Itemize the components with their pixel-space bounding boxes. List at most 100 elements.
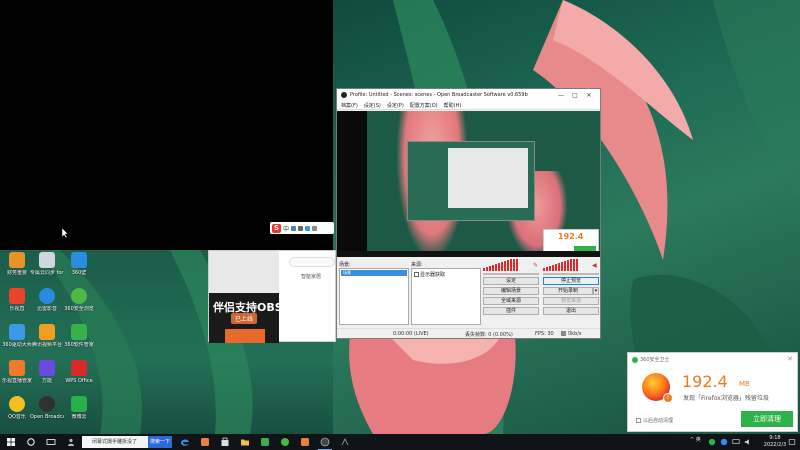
- close-button[interactable]: ✕: [582, 92, 596, 99]
- desktop-icon[interactable]: 360软件管家: [62, 324, 96, 348]
- network-icon[interactable]: [732, 438, 740, 446]
- desktop-icon[interactable]: 万能: [30, 360, 64, 384]
- volume-icon[interactable]: [744, 438, 752, 446]
- scene-item[interactable]: 场景: [341, 270, 407, 276]
- plugins-button[interactable]: 插件: [483, 307, 539, 315]
- desktop-icon[interactable]: 迅雷影音: [30, 288, 64, 312]
- windows-start-icon[interactable]: [6, 437, 16, 447]
- junk-size-value: 192.4: [682, 372, 728, 391]
- shield-icon: [632, 356, 638, 363]
- junk-description: 发现「Firefox浏览器」残留垃圾: [683, 395, 769, 402]
- auto-clean-label: 以后自动清理: [643, 418, 674, 424]
- microphone-icon[interactable]: ✎: [533, 263, 539, 269]
- minimize-button[interactable]: —: [554, 92, 568, 99]
- browser-360-icon[interactable]: [280, 437, 290, 447]
- scenes-list[interactable]: 场景: [339, 268, 409, 325]
- edge-browser-icon[interactable]: [180, 437, 190, 447]
- sogou-logo-icon[interactable]: S: [272, 223, 281, 233]
- record-dropdown-button[interactable]: ▾: [593, 287, 599, 295]
- task-view-icon[interactable]: [46, 437, 56, 447]
- app-icon[interactable]: [340, 437, 350, 447]
- app-icon[interactable]: [200, 437, 210, 447]
- exit-button[interactable]: 退出: [543, 307, 599, 315]
- desktop-icon[interactable]: 360驱动大师: [0, 324, 34, 348]
- menu-file[interactable]: 档案(F): [341, 102, 358, 109]
- browser-search-bar[interactable]: [289, 257, 335, 267]
- menu-config[interactable]: 配置方案(O): [410, 102, 438, 109]
- desktop-icon[interactable]: WPS Office: [62, 360, 96, 384]
- sources-label: 来源:: [411, 262, 423, 268]
- keyboard-icon[interactable]: [305, 225, 311, 231]
- cleanup-notification[interactable]: 360安全卫士 ✕ ! 192.4 MB 发现「Firefox浏览器」残留垃圾 …: [627, 352, 798, 432]
- wps-icon: [71, 360, 87, 376]
- obs-preview-canvas[interactable]: 192.4: [337, 111, 600, 257]
- desktop-icon[interactable]: 腾讯视频平台: [30, 324, 64, 348]
- obs-title-bar[interactable]: Profile: Untitled - Scenes: scenes - Ope…: [337, 89, 600, 101]
- taskbar-clock[interactable]: 9:18 2022/2/3: [760, 435, 790, 449]
- edit-scene-button[interactable]: 编辑场景: [483, 287, 539, 295]
- punctuation-icon[interactable]: [291, 225, 297, 231]
- app-icon: [9, 252, 25, 268]
- desktop-icon[interactable]: 360安全浏览: [62, 288, 96, 312]
- desktop-icon[interactable]: QQ音乐: [0, 396, 34, 420]
- settings-button[interactable]: 设定: [483, 277, 539, 285]
- app-icon[interactable]: [300, 437, 310, 447]
- ime-toolbar[interactable]: S 中: [270, 222, 334, 234]
- document-icon: [39, 252, 55, 268]
- desktop-icon[interactable]: 财务重要: [0, 252, 34, 276]
- clock-time: 9:18: [769, 435, 781, 441]
- store-icon[interactable]: [220, 437, 230, 447]
- menu-help[interactable]: 帮助(H): [444, 102, 462, 109]
- ime-mode-label[interactable]: 中: [283, 224, 289, 233]
- source-item[interactable]: 显示器获取: [414, 271, 445, 278]
- shield-tray-icon[interactable]: [708, 438, 716, 446]
- desktop-icon[interactable]: 乐视直: [0, 288, 34, 312]
- folder-icon[interactable]: [240, 437, 250, 447]
- mouse-cursor-icon: [62, 228, 69, 238]
- desktop-icon[interactable]: 360壁: [62, 252, 96, 276]
- obs-window[interactable]: Profile: Untitled - Scenes: scenes - Ope…: [336, 88, 601, 339]
- taskbar-search-button[interactable]: 搜索一下: [148, 436, 172, 448]
- app-icon: [71, 324, 87, 340]
- start-record-button[interactable]: 开始录制: [543, 287, 593, 295]
- tray-expand-and-lang[interactable]: ^ 英: [690, 436, 701, 443]
- microphone-icon[interactable]: [298, 225, 304, 231]
- obs-control-panels: 场景: 场景 来源: 显示器获取 ✎ ◀ 设定 停止预览 编辑场景 开始录制 ▾…: [337, 259, 600, 331]
- obs-support-banner[interactable]: 伴侣支持OBS 已上线: [209, 293, 283, 343]
- close-icon[interactable]: ✕: [787, 355, 793, 363]
- global-sources-button[interactable]: 全域来源: [483, 297, 539, 305]
- speaker-icon[interactable]: ◀: [592, 263, 598, 269]
- people-icon[interactable]: [66, 437, 76, 447]
- obs-taskbar-icon[interactable]: [320, 437, 330, 447]
- auto-clean-checkbox[interactable]: 以后自动清理: [636, 417, 673, 424]
- app-icon: [39, 288, 55, 304]
- desktop-icon[interactable]: 微博云: [62, 396, 96, 420]
- notification-icon[interactable]: [788, 438, 796, 446]
- clean-now-button[interactable]: 立即清理: [741, 411, 793, 427]
- desktop-icon[interactable]: Open Broadcast...: [30, 396, 64, 420]
- app-icon: [39, 360, 55, 376]
- sources-list[interactable]: 显示器获取: [411, 268, 481, 325]
- source-label: 显示器获取: [420, 272, 446, 278]
- desktop-volume-slider[interactable]: [483, 273, 539, 275]
- browser-nav-text[interactable]: 智能家居: [301, 273, 321, 280]
- obs-icon: [39, 396, 55, 412]
- taskbar-search-input[interactable]: 闭幕式摄手雕拆没了: [82, 436, 148, 448]
- scenes-label: 场景:: [339, 262, 351, 268]
- cortana-icon[interactable]: [26, 437, 36, 447]
- mic-volume-slider[interactable]: [543, 273, 599, 275]
- source-checkbox[interactable]: [414, 272, 419, 277]
- stop-preview-button[interactable]: 停止预览: [543, 277, 599, 285]
- music-icon: [9, 396, 25, 412]
- browser-window-partial[interactable]: 伴侣支持OBS 已上线 智能家居: [208, 250, 336, 343]
- maximize-button[interactable]: □: [568, 92, 582, 99]
- toolbox-icon[interactable]: [312, 225, 318, 231]
- app-icon[interactable]: [260, 437, 270, 447]
- preview-stream-button[interactable]: 预览串流: [543, 297, 599, 305]
- desktop-icon[interactable]: 专属云同步 for 20210...: [30, 252, 64, 276]
- menu-profile[interactable]: 设定(P): [387, 102, 404, 109]
- checkbox-icon[interactable]: [636, 418, 641, 423]
- desktop-icon[interactable]: 乐视直播管家: [0, 360, 34, 384]
- menu-settings[interactable]: 设定(S): [364, 102, 381, 109]
- cloud-tray-icon[interactable]: [720, 438, 728, 446]
